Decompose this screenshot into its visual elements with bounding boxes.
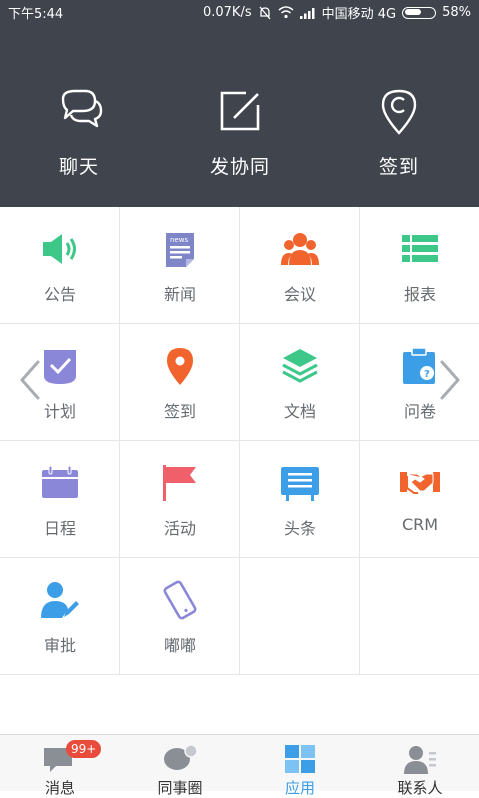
app-label: 嘟嘟 — [163, 636, 196, 655]
tab-messages[interactable]: 99+ 消息 — [0, 735, 120, 797]
location-pin-icon — [381, 89, 417, 135]
news-icon: news — [166, 233, 194, 267]
tab-label: 应用 — [284, 779, 315, 797]
checkin-label: 签到 — [378, 156, 419, 178]
unread-badge: 99+ — [66, 740, 102, 758]
chat-action[interactable]: 聊天 — [19, 85, 139, 179]
checkin-action[interactable]: 签到 — [339, 85, 459, 179]
app-activity[interactable]: 活动 — [120, 441, 240, 558]
compose-action[interactable]: 发协同 — [180, 85, 300, 179]
battery-percent: 58% — [442, 5, 471, 20]
app-news[interactable]: news 新闻 — [120, 207, 240, 324]
tab-label: 联系人 — [397, 779, 443, 797]
app-label: 签到 — [163, 402, 196, 421]
app-report[interactable]: 报表 — [360, 207, 479, 324]
battery-icon — [402, 6, 437, 19]
app-label: 会议 — [283, 285, 316, 304]
tab-apps[interactable]: 应用 — [240, 735, 360, 797]
handshake-icon — [400, 472, 440, 494]
prev-page-arrow-icon[interactable] — [16, 358, 42, 402]
app-grid: 公告 news 新闻 会议 报表 计划 签到 文档 ? 问卷 日程 活动 头条 … — [0, 207, 479, 677]
app-label: 活动 — [163, 519, 196, 538]
chat-label: 聊天 — [58, 156, 99, 178]
approval-person-icon — [41, 582, 79, 618]
status-time: 下午5:44 — [8, 7, 64, 22]
app-crm[interactable]: CRM — [360, 441, 479, 558]
quick-actions: 聊天 发协同 签到 — [0, 85, 479, 195]
carrier-label: 中国移动 4G — [321, 7, 397, 22]
app-document[interactable]: 文档 — [240, 324, 360, 441]
status-indicators: 0.07K/s 中国移动 4G 58% — [203, 3, 471, 22]
compose-icon — [220, 91, 260, 131]
network-speed: 0.07K/s — [202, 5, 252, 20]
svg-text:news: news — [170, 236, 188, 244]
app-label: 公告 — [43, 285, 76, 304]
colleague-circle-icon — [164, 744, 198, 770]
app-label: 审批 — [43, 636, 76, 655]
document-layers-icon — [282, 349, 318, 383]
tab-label: 消息 — [44, 779, 75, 797]
apps-icon — [285, 745, 315, 773]
plan-check-icon — [44, 350, 76, 384]
app-checkin[interactable]: 签到 — [120, 324, 240, 441]
app-approval[interactable]: 审批 — [0, 558, 120, 675]
battery-fill — [405, 9, 422, 15]
silent-bell-icon — [259, 6, 271, 19]
app-dudu[interactable]: 嘟嘟 — [120, 558, 240, 675]
next-page-arrow-icon[interactable] — [438, 358, 464, 402]
flag-icon — [163, 465, 196, 501]
contacts-icon — [404, 746, 436, 774]
status-bar: 下午5:44 0.07K/s 中国移动 4G 58% — [0, 0, 479, 22]
wifi-icon — [278, 6, 294, 19]
meeting-people-icon — [281, 233, 319, 265]
app-label: 日程 — [43, 519, 76, 538]
app-headline[interactable]: 头条 — [240, 441, 360, 558]
app-announcement[interactable]: 公告 — [0, 207, 120, 324]
phone-icon — [163, 580, 197, 620]
app-label: 新闻 — [163, 285, 196, 304]
app-label: 头条 — [283, 519, 316, 538]
empty-cell — [240, 558, 360, 675]
chat-bubbles-icon — [61, 89, 103, 128]
app-label: CRM — [401, 515, 439, 534]
svg-text:?: ? — [424, 369, 430, 380]
app-label: 文档 — [283, 402, 316, 421]
tab-colleague-circle[interactable]: 同事圈 — [120, 735, 240, 797]
headline-board-icon — [281, 467, 319, 501]
questionnaire-icon: ? — [403, 347, 435, 384]
checkin-pin-icon — [167, 348, 193, 385]
compose-label: 发协同 — [209, 156, 270, 178]
bottom-tab-bar: 99+ 消息 同事圈 应用 联系人 — [0, 734, 479, 797]
header-panel: 下午5:44 0.07K/s 中国移动 4G 58% 聊天 发协同 签到 — [0, 0, 479, 207]
empty-cell — [360, 558, 479, 675]
app-label: 报表 — [403, 285, 436, 304]
app-schedule[interactable]: 日程 — [0, 441, 120, 558]
megaphone-icon — [43, 234, 76, 264]
app-meeting[interactable]: 会议 — [240, 207, 360, 324]
tab-label: 同事圈 — [157, 779, 203, 797]
tab-contacts[interactable]: 联系人 — [360, 735, 479, 797]
report-list-icon — [402, 235, 438, 262]
signal-icon — [299, 7, 315, 19]
calendar-icon — [42, 465, 78, 498]
